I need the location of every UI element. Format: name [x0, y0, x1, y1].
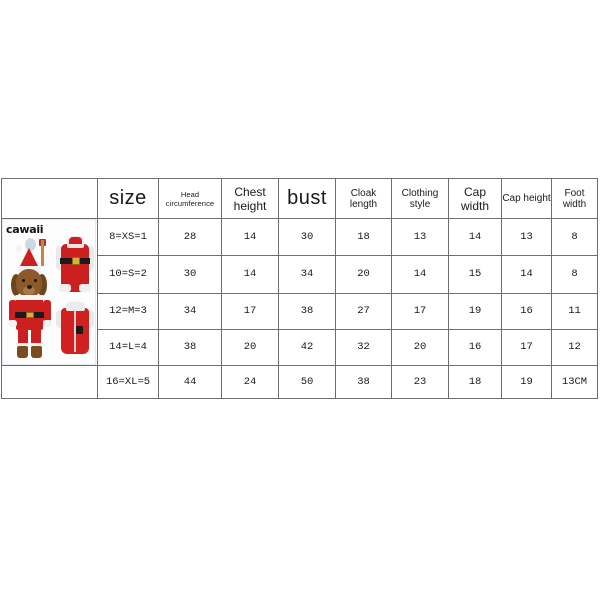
- back-tag-shape: [76, 326, 83, 334]
- table-row: 16=XL=5 44 24 50 38 23 18 19 13CM: [1, 365, 598, 399]
- header-cell-cloak-length: Cloak length: [335, 178, 392, 219]
- header-cell-blank: [1, 178, 98, 219]
- cell-foot-width: 12: [551, 328, 598, 367]
- front-cuff-right-shape: [79, 284, 91, 292]
- dog-eye-right-shape: [34, 279, 37, 282]
- cell-clothing-style: 14: [391, 255, 449, 294]
- cell-cloak-length: 32: [335, 328, 392, 367]
- front-hood-red-shape: [69, 237, 82, 244]
- cell-clothing-style: 17: [391, 292, 449, 330]
- dog-in-costume-icon: [8, 238, 55, 362]
- cell-chest-height: 14: [221, 255, 279, 294]
- santa-hat-shape: [19, 248, 39, 268]
- cell-cloak-length: 18: [335, 217, 392, 257]
- hat-pompom-shape: [15, 245, 22, 252]
- cell-cap-width: 16: [448, 328, 502, 367]
- costume-collar-shape: [15, 295, 44, 300]
- header-cell-cap-width: Cap width: [448, 178, 502, 219]
- front-cuff-left-shape: [59, 284, 71, 292]
- header-cell-bust: bust: [278, 178, 336, 219]
- cell-size: 8=XS=1: [97, 217, 159, 257]
- boot-right-shape: [31, 346, 42, 358]
- cell-clothing-style: 23: [391, 365, 449, 399]
- cell-foot-width: 11: [551, 292, 598, 330]
- cell-cap-width: 15: [448, 255, 502, 294]
- dog-eye-left-shape: [22, 279, 25, 282]
- cell-foot-width: 8: [551, 217, 598, 257]
- cell-head-circumference: 44: [158, 365, 222, 399]
- front-buckle-shape: [72, 257, 80, 265]
- product-image-cell: cawaii: [1, 218, 98, 366]
- cell-cap-height: 16: [501, 292, 552, 330]
- cell-cloak-length: 27: [335, 292, 392, 330]
- header-cell-foot-width: Foot width: [551, 178, 598, 219]
- cell-size: 16=XL=5: [97, 365, 159, 399]
- cell-size: 10=S=2: [97, 255, 159, 294]
- product-photo: cawaii: [2, 219, 96, 365]
- cell-cap-height: 13: [501, 217, 552, 257]
- cell-cloak-length: 20: [335, 255, 392, 294]
- header-cell-head-circumference: Head circumference: [158, 178, 222, 219]
- header-cell-clothing-style: Clothing style: [391, 178, 449, 219]
- header-cell-cap-height: Cap height: [501, 178, 552, 219]
- cell-clothing-style: 13: [391, 217, 449, 257]
- costume-back-view-icon: [56, 300, 94, 358]
- cell-bust: 34: [278, 255, 336, 294]
- back-collar-shape: [66, 302, 85, 311]
- table-header-row: size Head circumference Chest height bus…: [1, 178, 598, 219]
- cell-bust: 42: [278, 328, 336, 367]
- cell-size: 14=L=4: [97, 328, 159, 367]
- costume-buckle-shape: [26, 312, 34, 318]
- costume-front-view-icon: [56, 236, 94, 298]
- header-cell-size: size: [97, 178, 159, 219]
- empty-cell: [1, 365, 98, 399]
- cell-bust: 38: [278, 292, 336, 330]
- cell-cap-width: 18: [448, 365, 502, 399]
- cell-head-circumference: 30: [158, 255, 222, 294]
- cell-head-circumference: 34: [158, 292, 222, 330]
- dog-nose-shape: [27, 285, 32, 289]
- cell-foot-width: 13CM: [551, 365, 598, 399]
- cell-cap-height: 17: [501, 328, 552, 367]
- costume-paw-right-shape: [43, 320, 52, 327]
- cell-bust: 50: [278, 365, 336, 399]
- cell-chest-height: 20: [221, 328, 279, 367]
- cell-chest-height: 14: [221, 217, 279, 257]
- size-chart-container: size Head circumference Chest height bus…: [1, 178, 598, 399]
- size-chart-table: size Head circumference Chest height bus…: [1, 178, 598, 399]
- cell-cap-height: 14: [501, 255, 552, 294]
- cell-cap-width: 14: [448, 217, 502, 257]
- costume-paw-left-shape: [8, 320, 17, 327]
- candy-stick-shape: [41, 240, 44, 266]
- cell-head-circumference: 38: [158, 328, 222, 367]
- cell-head-circumference: 28: [158, 217, 222, 257]
- cell-foot-width: 8: [551, 255, 598, 294]
- cell-cap-height: 19: [501, 365, 552, 399]
- cell-bust: 30: [278, 217, 336, 257]
- cell-cap-width: 19: [448, 292, 502, 330]
- watermark-label: cawaii: [6, 223, 44, 236]
- cell-chest-height: 24: [221, 365, 279, 399]
- table-row: cawaii 8=XS=1 28 14 30 18 13 14 13 8: [1, 217, 598, 366]
- costume-arm-right-shape: [43, 300, 51, 322]
- boot-left-shape: [17, 346, 28, 358]
- header-cell-chest-height: Chest height: [221, 178, 279, 219]
- cell-chest-height: 17: [221, 292, 279, 330]
- cell-cloak-length: 38: [335, 365, 392, 399]
- cell-size: 12=M=3: [97, 292, 159, 330]
- cell-clothing-style: 20: [391, 328, 449, 367]
